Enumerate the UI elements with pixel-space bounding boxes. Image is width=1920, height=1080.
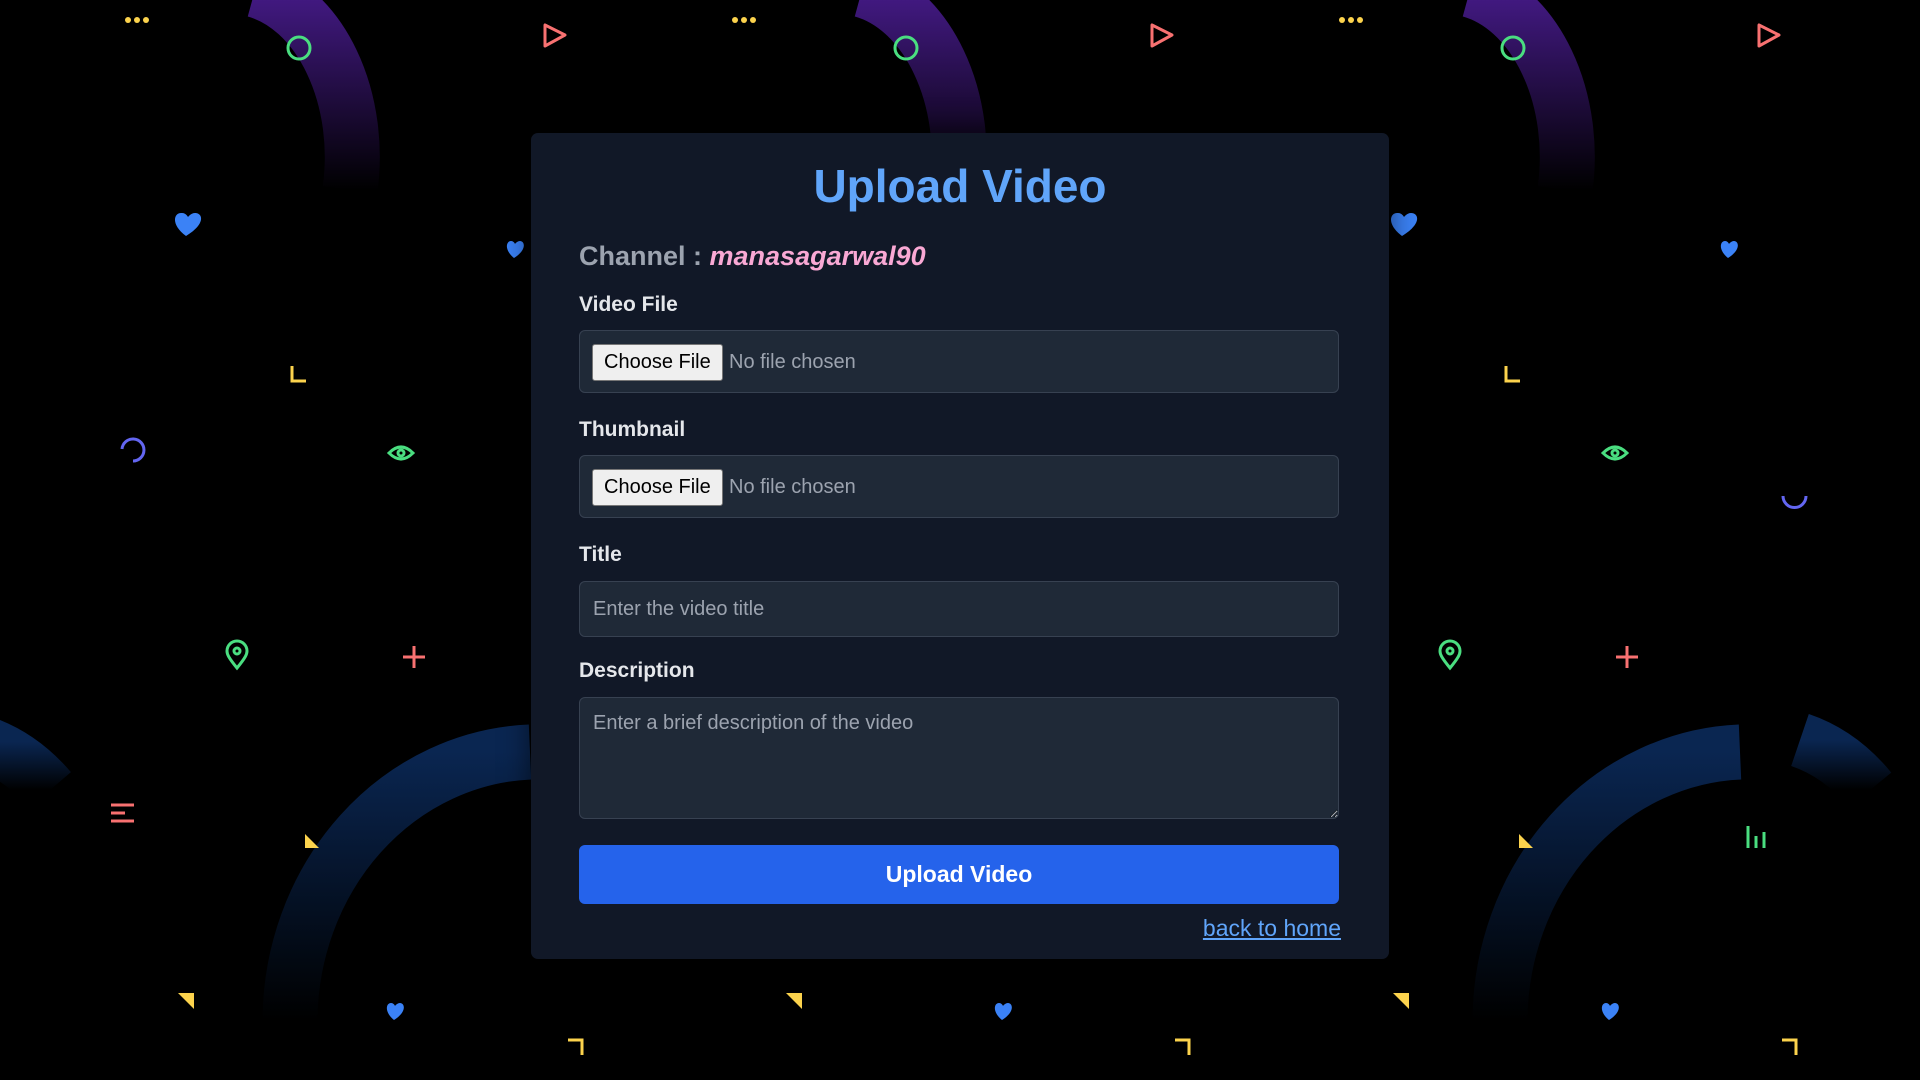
thumbnail-choose-file-button[interactable]: Choose File	[592, 469, 723, 506]
title-input[interactable]	[579, 581, 1339, 637]
upload-video-button[interactable]: Upload Video	[579, 845, 1339, 904]
thumbnail-file-status: No file chosen	[729, 476, 856, 498]
video-file-status: No file chosen	[729, 351, 856, 373]
upload-card: Upload Video Channel : manasagarwal90 Vi…	[531, 133, 1389, 959]
video-file-label: Video File	[579, 293, 678, 316]
description-label: Description	[579, 659, 695, 682]
back-to-home-link[interactable]: back to home	[1203, 915, 1341, 942]
page-title: Upload Video	[813, 160, 1107, 212]
video-choose-file-button[interactable]: Choose File	[592, 344, 723, 381]
description-textarea[interactable]	[579, 697, 1339, 819]
channel-label: Channel :	[579, 241, 710, 271]
thumbnail-file-input[interactable]: Choose File No file chosen	[579, 455, 1339, 518]
video-file-input[interactable]: Choose File No file chosen	[579, 330, 1339, 393]
channel-line: Channel : manasagarwal90	[579, 241, 926, 272]
title-label: Title	[579, 543, 622, 566]
thumbnail-label: Thumbnail	[579, 418, 686, 441]
play-icon	[543, 23, 1781, 48]
bar-chart-icon	[1746, 826, 1766, 848]
menu-lines-icon	[111, 803, 134, 823]
channel-name: manasagarwal90	[709, 241, 926, 271]
